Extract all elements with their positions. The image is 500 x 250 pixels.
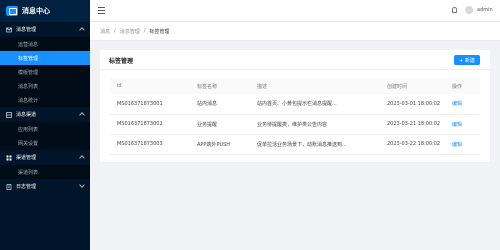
- log-icon: [6, 183, 12, 190]
- sidebar-item-gateway-settings[interactable]: 网关设置: [0, 136, 90, 150]
- chevron-up-icon: [79, 27, 85, 33]
- cell-time: 2023-03-01 18:00:02: [387, 100, 441, 107]
- sidebar: 消息中心 消息管理 运营消息 标签管理 模版管理 消息列表 消息统计 消息渠道 …: [0, 0, 90, 250]
- menu-group-label: 消息管理: [16, 27, 37, 33]
- sidebar-item-app-list[interactable]: 应用列表: [0, 122, 90, 136]
- edit-link[interactable]: 编辑: [445, 114, 480, 134]
- sidebar-item-label: 消息统计: [18, 97, 39, 104]
- add-tag-button[interactable]: + 新建: [454, 55, 480, 65]
- cell-desc: 站内首页、小黄包提示栏消息提醒...: [257, 101, 337, 108]
- cell-name: 业务提醒: [197, 121, 218, 128]
- cell-id: MS016371873001: [117, 100, 163, 107]
- tag-management-card: 标签管理 + 新建 id 标签名称 描述 创建时间 操作 MS016371873…: [100, 50, 490, 162]
- sidebar-item-label: 运营消息: [18, 41, 39, 48]
- app-title: 消息中心: [22, 7, 50, 15]
- sidebar-item-label: 模版管理: [18, 69, 39, 76]
- app-logo: 消息中心: [0, 0, 90, 22]
- message-logo-icon: [6, 6, 18, 16]
- edit-link[interactable]: 编辑: [445, 94, 480, 114]
- menu-group-label: 日志管理: [16, 184, 37, 190]
- cell-desc: 业务待提醒类，维护类公告内容: [257, 121, 328, 128]
- sidebar-item-label: 消息列表: [18, 83, 39, 90]
- menu-group-channel-management[interactable]: 渠道管理: [0, 150, 90, 165]
- sidebar-item-label: 渠道列表: [18, 169, 39, 176]
- edit-link[interactable]: 编辑: [445, 134, 480, 154]
- cell-name: 站内消息: [197, 101, 218, 108]
- column-header: 创建时间: [387, 83, 408, 90]
- breadcrumb-separator: /: [114, 28, 116, 34]
- cell-id: MS016371873003: [117, 141, 163, 147]
- chevron-up-icon: [79, 155, 85, 161]
- sidebar-item-message-stats[interactable]: 消息统计: [0, 93, 90, 107]
- column-header: 标签名称: [197, 83, 218, 90]
- breadcrumb-separator: /: [143, 28, 146, 34]
- cell-name: APP端外PUSH: [197, 141, 231, 148]
- menu-group-message-channels[interactable]: 消息渠道: [0, 107, 90, 122]
- breadcrumb-current: 标签管理: [149, 28, 170, 35]
- sidebar-item-label: 应用列表: [18, 126, 39, 133]
- table-row: MS016371873002 业务提醒 业务待提醒类，维护类公告内容 2023-…: [110, 114, 480, 134]
- user-name[interactable]: admin: [477, 7, 493, 13]
- breadcrumb-item[interactable]: 消息: [100, 28, 110, 35]
- cell-time: 2023-03-21 18:00:02: [387, 121, 441, 127]
- card-title: 标签管理: [109, 58, 134, 65]
- table-row: MS016371873001 站内消息 站内首页、小黄包提示栏消息提醒... 2…: [110, 94, 480, 114]
- sidebar-item-label: 网关设置: [18, 140, 39, 147]
- sidebar-item-channel-list[interactable]: 渠道列表: [0, 165, 90, 179]
- menu-group-log-management[interactable]: 日志管理: [0, 179, 90, 194]
- table-row: MS016371873003 APP端外PUSH 促单拉活业务场景下，动账消息推…: [110, 134, 480, 154]
- sidebar-item-label: 标签管理: [18, 55, 39, 62]
- tag-table: id 标签名称 描述 创建时间 操作 MS016371873001 站内消息 站…: [110, 78, 480, 155]
- cell-desc: 促单拉活业务场景下，动账消息推送到...: [257, 141, 347, 148]
- column-header: id: [117, 83, 122, 89]
- chevron-up-icon: [79, 112, 85, 118]
- mail-icon: [6, 27, 12, 32]
- sidebar-item-ops-messages[interactable]: 运营消息: [0, 37, 90, 51]
- divider: [100, 69, 490, 70]
- menu-group-label: 渠道管理: [16, 155, 37, 161]
- column-header: 描述: [257, 83, 268, 90]
- sidebar-item-message-list[interactable]: 消息列表: [0, 79, 90, 93]
- menu-group-message-management[interactable]: 消息管理: [0, 22, 90, 37]
- sidebar-item-tag-management[interactable]: 标签管理: [0, 51, 90, 65]
- breadcrumb: 消息 / 消息管理 / 标签管理: [90, 22, 500, 41]
- cell-time: 2023-03-22 18:00:02: [387, 141, 441, 147]
- breadcrumb-item[interactable]: 消息管理: [120, 28, 140, 35]
- grid-icon: [6, 155, 12, 160]
- top-header: admin: [90, 0, 500, 22]
- table-header-row: id 标签名称 描述 创建时间 操作: [110, 78, 480, 94]
- cell-id: MS016371873002: [117, 121, 163, 127]
- chevron-down-icon: [79, 182, 85, 188]
- column-header: 操作: [452, 83, 463, 90]
- avatar[interactable]: [465, 6, 473, 14]
- bell-icon[interactable]: [452, 7, 457, 13]
- menu-toggle-icon[interactable]: [98, 7, 105, 14]
- sidebar-item-template-management[interactable]: 模版管理: [0, 65, 90, 79]
- channel-icon: [6, 111, 12, 118]
- menu-group-label: 消息渠道: [16, 112, 37, 118]
